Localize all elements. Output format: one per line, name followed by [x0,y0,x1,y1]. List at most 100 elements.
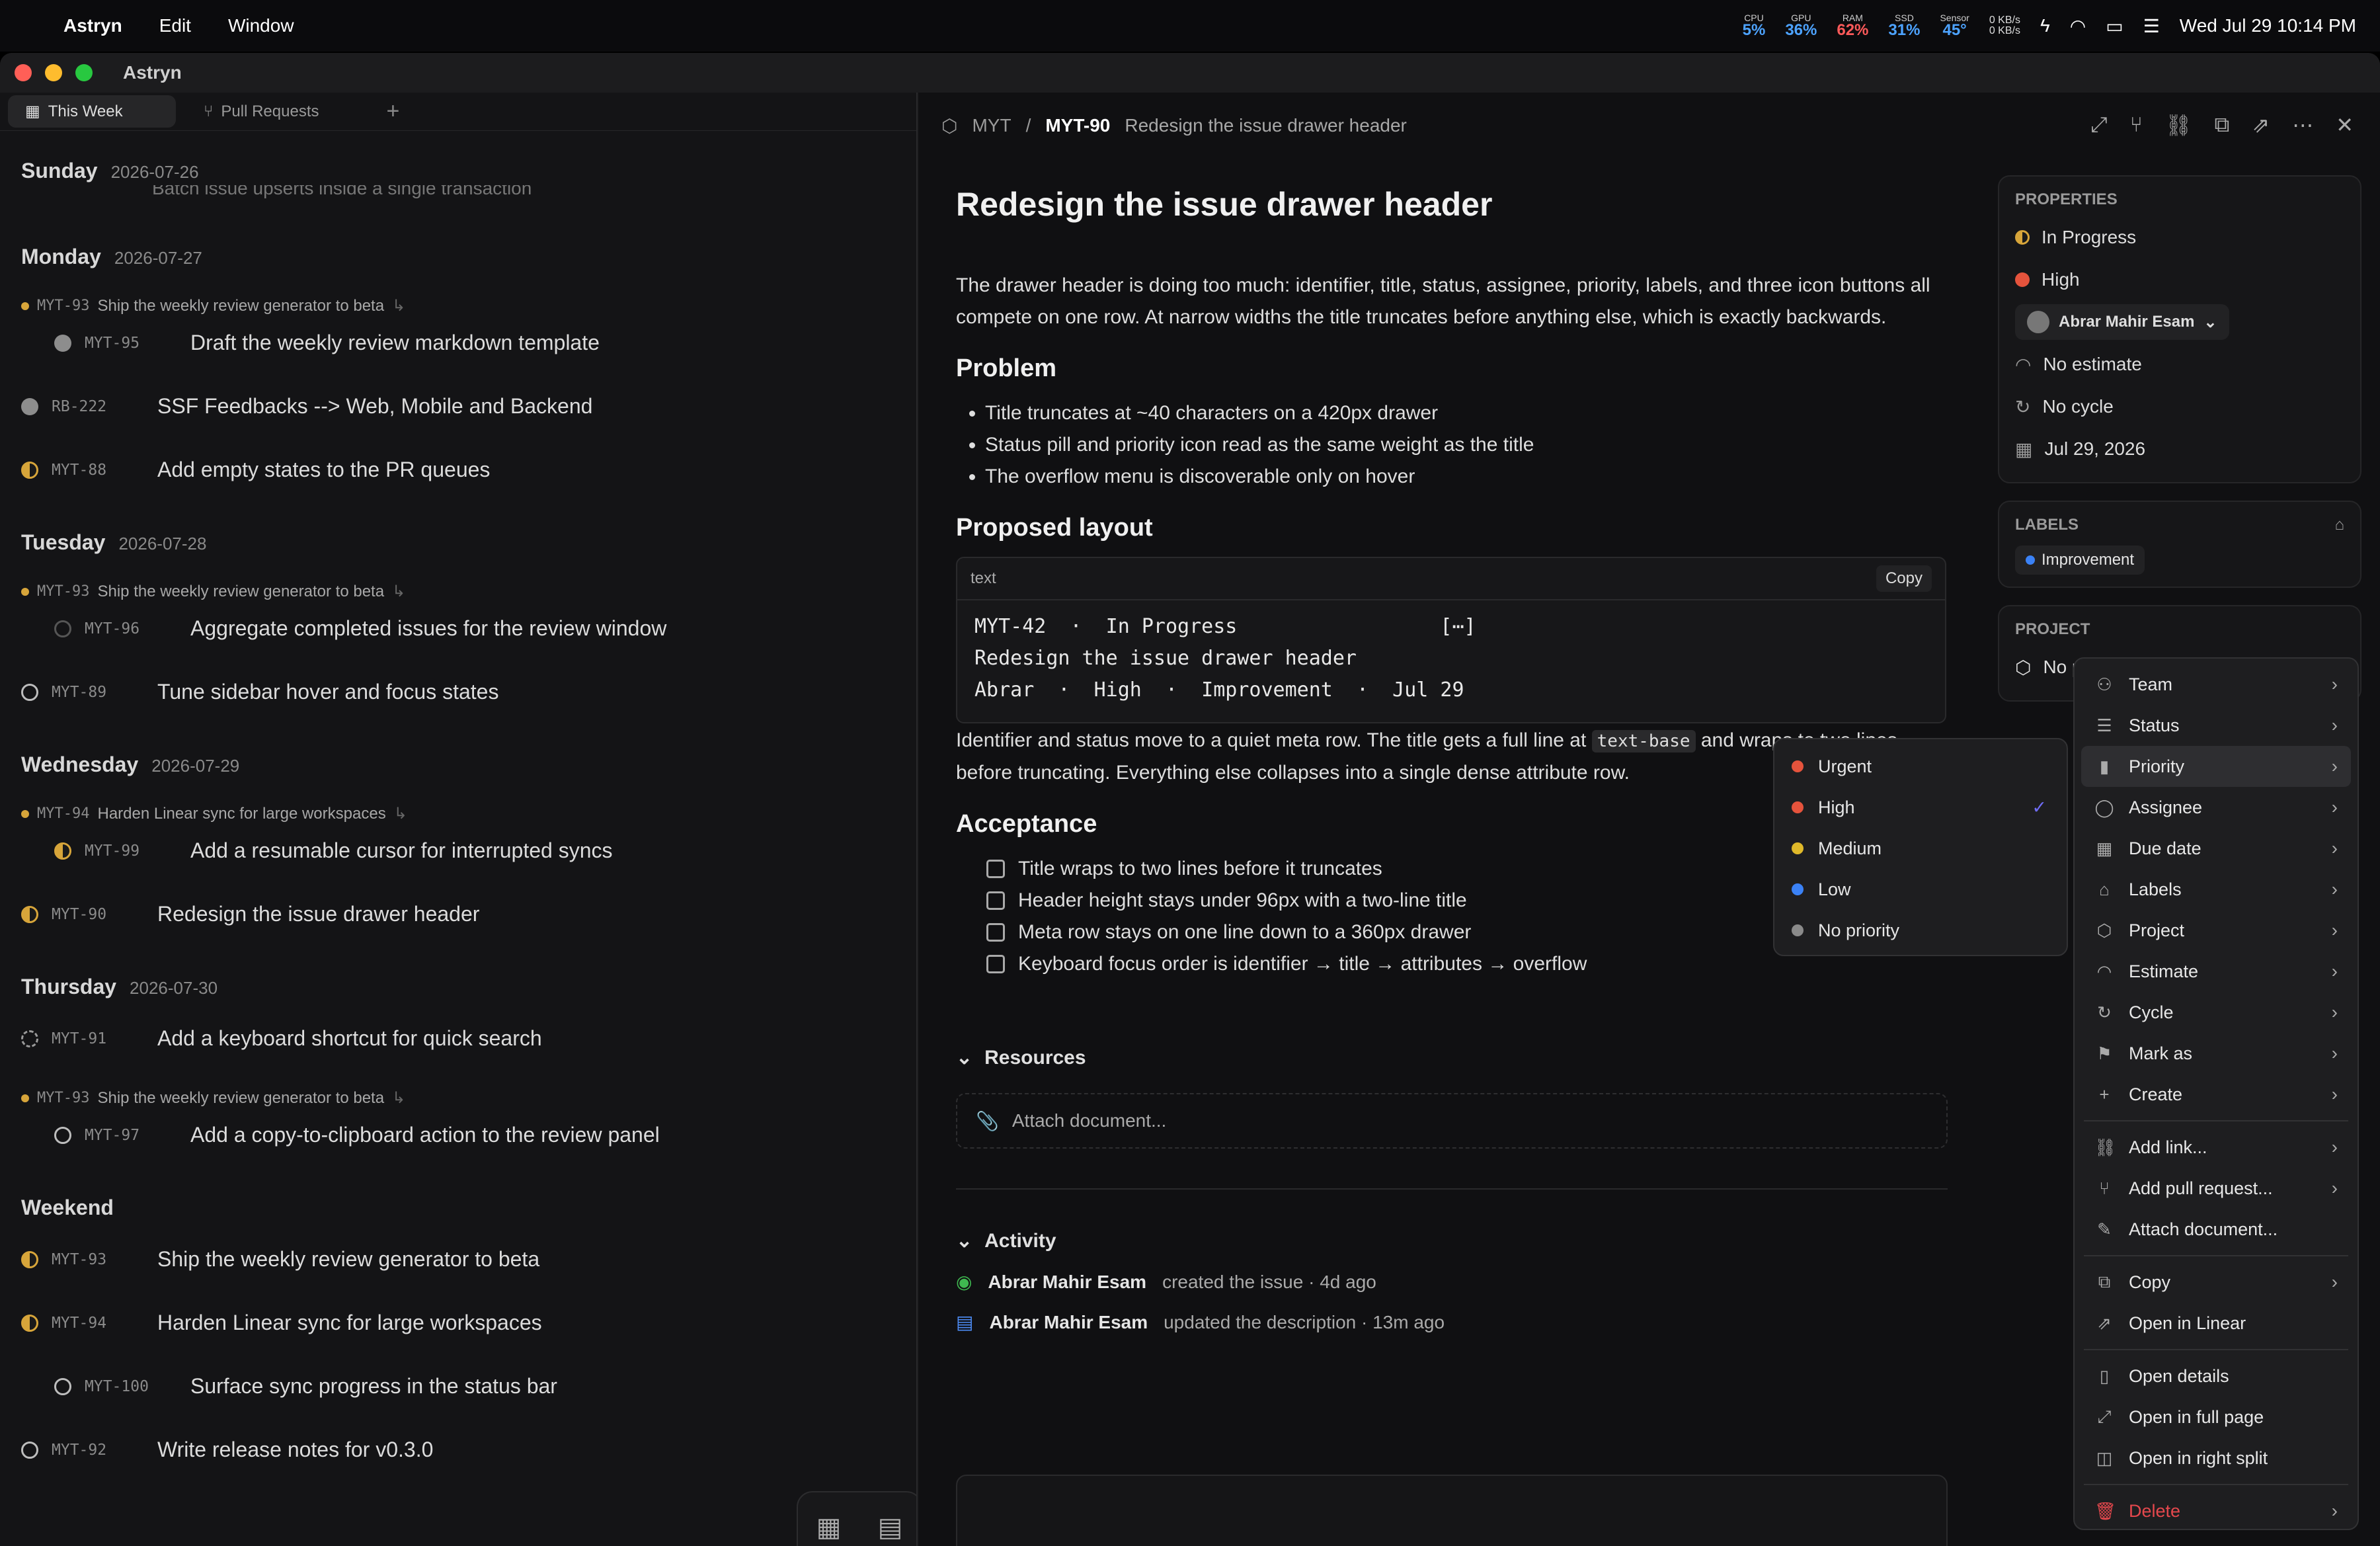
list-item[interactable]: MYT-95 Draft the weekly review markdown t… [54,331,600,355]
control-center-icon[interactable]: ☰ [2143,15,2160,37]
list-item[interactable]: MYT-90 Redesign the issue drawer header [21,902,479,926]
priority-option-urgent[interactable]: Urgent [1781,746,2060,787]
priority-option-none[interactable]: No priority [1781,910,2060,951]
list-item[interactable]: MYT-94 Harden Linear sync for large works… [21,1311,542,1335]
cpu-stat[interactable]: CPU 5% [1743,13,1766,38]
labels-header[interactable]: LABELS ⌂ [2015,509,2344,542]
tab-pull-requests[interactable]: ⑂ Pull Requests [186,96,336,128]
menu-item-open-right-split[interactable]: ◫ Open in right split [2081,1438,2351,1479]
menu-item-assignee[interactable]: ◯ Assignee › [2081,787,2351,828]
ram-stat[interactable]: RAM 62% [1837,13,1868,38]
cycle-property[interactable]: ↻ No cycle [2015,386,2344,428]
priority-option-low[interactable]: Low [1781,869,2060,910]
list-item[interactable]: MYT-96 Aggregate completed issues for the… [54,616,666,641]
parent-issue[interactable]: MYT-93 Ship the weekly review generator t… [21,296,405,315]
menu-item-attach-document[interactable]: ✎ Attach document... [2081,1209,2351,1250]
add-tab-button[interactable]: + [386,99,399,124]
attach-document-button[interactable]: 📎 Attach document... [956,1093,1948,1149]
gpu-stat[interactable]: GPU 36% [1785,13,1817,38]
board-view-icon[interactable]: ▦ [816,1512,842,1543]
menu-edit[interactable]: Edit [159,15,191,36]
more-icon[interactable]: ⋯ [2292,112,2313,138]
properties-header[interactable]: PROPERTIES [2015,183,2344,216]
chevron-right-icon: › [2331,1084,2338,1104]
sub-arrow-icon: ↳ [392,297,406,315]
ssd-stat[interactable]: SSD 31% [1888,13,1920,38]
menu-item-team[interactable]: ⚇ Team › [2081,664,2351,705]
zoom-window-button[interactable] [75,64,93,81]
menu-item-delete[interactable]: 🗑 Delete › [2081,1490,2351,1531]
list-item[interactable]: MYT-91 Add a keyboard shortcut for quick … [21,1026,542,1051]
menu-item-priority[interactable]: ▮ Priority › [2081,746,2351,787]
list-item[interactable]: MYT-89 Tune sidebar hover and focus state… [21,680,498,704]
menu-item-estimate[interactable]: ◠ Estimate › [2081,951,2351,992]
issue-title[interactable]: Redesign the issue drawer header [956,185,1948,224]
list-item[interactable]: MYT-88 Add empty states to the PR queues [21,458,490,482]
activity-toggle[interactable]: ⌄ Activity [956,1229,1948,1252]
menu-item-due-date[interactable]: ▦ Due date › [2081,828,2351,869]
due-date-property[interactable]: ▦ Jul 29, 2026 [2015,428,2344,470]
network-stat[interactable]: 0 KB/s 0 KB/s [1989,15,2020,36]
comment-input[interactable]: 📎 ↑ [956,1475,1948,1546]
menu-item-create[interactable]: + Create › [2081,1074,2351,1115]
status-property[interactable]: In Progress [2015,216,2344,259]
assignee-pill[interactable]: Abrar Mahir Esam ⌄ [2015,304,2229,340]
problem-list: Title truncates at ~40 characters on a 4… [956,397,1948,493]
branch-icon[interactable]: ⑂ [2130,112,2143,138]
parent-issue[interactable]: MYT-93 Ship the weekly review generator t… [21,1088,405,1108]
bolt-icon[interactable]: ϟ [2040,15,2050,36]
close-icon[interactable]: ✕ [2336,112,2354,138]
tab-this-week[interactable]: ▦ This Week [8,95,176,128]
menu-window[interactable]: Window [228,15,294,36]
plus-icon: + [2099,1084,2110,1104]
menu-item-open-in-linear[interactable]: ⇗ Open in Linear [2081,1303,2351,1344]
split-icon: ◫ [2096,1447,2113,1468]
close-window-button[interactable] [15,64,32,81]
menu-item-mark-as[interactable]: ⚑ Mark as › [2081,1033,2351,1074]
tag-icon[interactable]: ⌂ [2335,516,2345,534]
menu-item-add-pull-request[interactable]: ⑂ Add pull request... › [2081,1168,2351,1209]
resources-toggle[interactable]: ⌄ Resources [956,1046,1948,1069]
menu-item-add-link[interactable]: ⛓ Add link... › [2081,1127,2351,1168]
list-item[interactable]: MYT-93 Ship the weekly review generator t… [21,1247,539,1272]
list-item[interactable]: MYT-100 Surface sync progress in the stat… [54,1374,557,1399]
breadcrumb-team[interactable]: MYT [972,115,1011,136]
label-pill[interactable]: Improvement [2015,546,2145,575]
list-item[interactable]: MYT-92 Write release notes for v0.3.0 [21,1438,433,1462]
project-header[interactable]: PROJECT [2015,613,2344,646]
priority-option-high[interactable]: High ✓ [1781,787,2060,828]
parent-issue[interactable]: MYT-93 Ship the weekly review generator t… [21,582,405,601]
calendar-view-icon[interactable]: ▤ [878,1512,903,1543]
list-item[interactable]: Batch issue upserts inside a single tran… [152,185,532,205]
menu-item-status[interactable]: ☰ Status › [2081,705,2351,746]
checkbox[interactable] [986,923,1005,942]
priority-property[interactable]: High [2015,259,2344,301]
battery-icon[interactable]: ▭ [2106,15,2123,37]
menubar-app-name[interactable]: Astryn [63,15,122,36]
menu-item-open-full-page[interactable]: ⤢ Open in full page [2081,1397,2351,1438]
checkbox[interactable] [986,955,1005,973]
checkbox[interactable] [986,891,1005,910]
priority-option-medium[interactable]: Medium [1781,828,2060,869]
list-item[interactable]: MYT-99 Add a resumable cursor for interru… [54,838,613,863]
expand-icon[interactable]: ⤢ [2090,112,2108,138]
copy-code-button[interactable]: Copy [1876,565,1932,592]
menu-item-labels[interactable]: ⌂ Labels › [2081,869,2351,910]
menu-item-project[interactable]: ⬡ Project › [2081,910,2351,951]
menu-item-cycle[interactable]: ↻ Cycle › [2081,992,2351,1033]
sensor-stat[interactable]: Sensor 45° [1940,13,1969,38]
menu-item-copy[interactable]: ⧉ Copy › [2081,1262,2351,1303]
estimate-property[interactable]: ◠ No estimate [2015,343,2344,386]
link-icon[interactable]: ⛓ [2165,112,2192,138]
open-external-icon[interactable]: ⇗ [2252,112,2270,138]
checkbox[interactable] [986,860,1005,878]
parent-issue[interactable]: MYT-94 Harden Linear sync for large works… [21,804,407,823]
issue-key[interactable]: MYT-90 [1045,115,1110,136]
minimize-window-button[interactable] [45,64,62,81]
menu-item-open-details[interactable]: ▯ Open details [2081,1356,2351,1397]
clock[interactable]: Wed Jul 29 10:14 PM [2180,15,2356,36]
wifi-icon[interactable]: ◠ [2070,15,2086,37]
copy-icon[interactable]: ⧉ [2215,112,2230,138]
list-item[interactable]: RB-222 SSF Feedbacks --> Web, Mobile and … [21,394,592,419]
list-item[interactable]: MYT-97 Add a copy-to-clipboard action to … [54,1123,660,1147]
